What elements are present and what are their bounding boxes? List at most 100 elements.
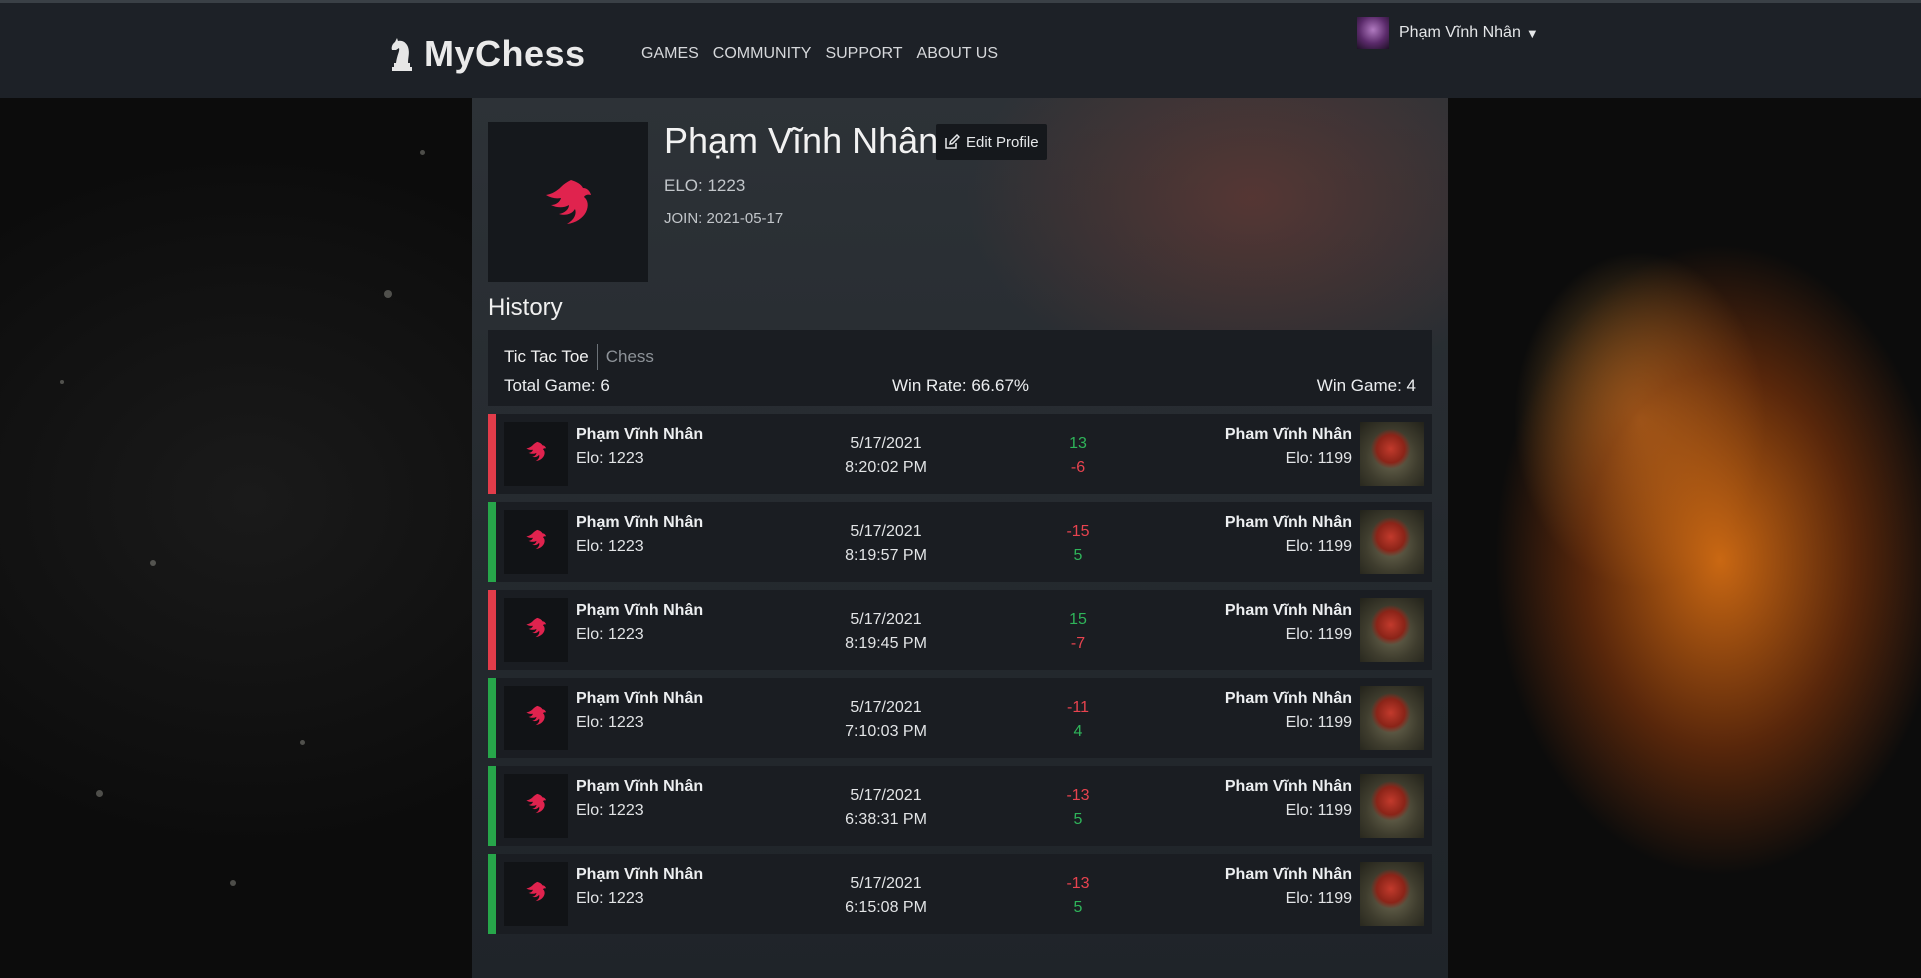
nest-logo-icon — [525, 705, 547, 731]
elo-change-player: -15 — [1066, 523, 1090, 540]
game-datetime: 5/17/2021 6:38:31 PM — [816, 784, 956, 832]
opponent-elo: Elo: 1199 — [1285, 450, 1352, 467]
opponent-elo: Elo: 1199 — [1285, 626, 1352, 643]
elo-change-opponent: -7 — [1070, 635, 1086, 652]
nav-community[interactable]: COMMUNITY — [713, 45, 812, 63]
player-name: Phạm Vĩnh Nhân — [576, 690, 704, 707]
opponent-name: Pham Vĩnh Nhân — [1224, 514, 1352, 531]
chess-knight-icon — [391, 38, 412, 71]
elo-change-player: 13 — [1069, 435, 1087, 452]
elo-change: 13 -6 — [1058, 432, 1098, 480]
history-row[interactable]: Phạm Vĩnh Nhân Elo: 1223 5/17/2021 7:10:03 … — [488, 678, 1432, 758]
user-menu-dropdown[interactable]: Phạm Vĩnh Nhân ▼ — [1357, 17, 1539, 49]
nest-logo-icon — [525, 881, 547, 907]
caret-down-icon: ▼ — [1525, 25, 1539, 41]
player-avatar — [504, 598, 568, 662]
player-name: Phạm Vĩnh Nhân — [576, 514, 704, 531]
history-row[interactable]: Phạm Vĩnh Nhân Elo: 1223 5/17/2021 8:19:45 … — [488, 590, 1432, 670]
opponent-name: Pham Vĩnh Nhân — [1224, 778, 1352, 795]
win-rate: Win Rate: 66.67% — [892, 376, 1030, 395]
history-list: Phạm Vĩnh Nhân Elo: 1223 5/17/2021 8:20:02 … — [488, 414, 1432, 942]
opponent-elo: Elo: 1199 — [1285, 802, 1352, 819]
main-nav: GAMES COMMUNITY SUPPORT ABOUT US — [641, 45, 998, 63]
opponent-name: Pham Vĩnh Nhân — [1224, 602, 1352, 619]
elo-change-player: -11 — [1067, 699, 1089, 716]
opponent-avatar — [1360, 422, 1424, 486]
player-elo: Elo: 1223 — [576, 450, 644, 467]
nest-logo-icon — [525, 529, 547, 555]
nest-logo-icon — [525, 793, 547, 819]
brand-name: MyChess — [424, 33, 586, 74]
elo-change-player: -13 — [1066, 787, 1090, 804]
history-row[interactable]: Phạm Vĩnh Nhân Elo: 1223 5/17/2021 6:15:08 … — [488, 854, 1432, 934]
history-row[interactable]: Phạm Vĩnh Nhân Elo: 1223 5/17/2021 8:20:02 … — [488, 414, 1432, 494]
nav-support[interactable]: SUPPORT — [825, 45, 902, 63]
player-name: Phạm Vĩnh Nhân — [576, 778, 704, 795]
opponent-elo: Elo: 1199 — [1285, 538, 1352, 555]
elo-change: -11 4 — [1058, 696, 1098, 744]
user-avatar — [1357, 17, 1389, 49]
tab-tic-tac-toe[interactable]: Tic Tac Toe — [504, 347, 589, 367]
nest-logo-icon — [525, 441, 547, 467]
edit-icon — [945, 134, 960, 149]
opponent-avatar — [1360, 510, 1424, 574]
opponent-elo: Elo: 1199 — [1285, 890, 1352, 907]
player-avatar — [504, 862, 568, 926]
profile-elo: ELO: 1223 — [664, 176, 746, 195]
opponent-name: Pham Vĩnh Nhân — [1224, 866, 1352, 883]
player-elo: Elo: 1223 — [576, 538, 644, 555]
edit-profile-button[interactable]: Edit Profile — [936, 124, 1047, 160]
game-time: 8:19:57 PM — [845, 547, 927, 564]
game-date: 5/17/2021 — [850, 611, 922, 628]
game-time: 7:10:03 PM — [845, 723, 927, 740]
elo-change-opponent: 5 — [1073, 811, 1083, 828]
nest-logo-icon — [525, 617, 547, 643]
opponent-avatar — [1360, 862, 1424, 926]
history-row[interactable]: Phạm Vĩnh Nhân Elo: 1223 5/17/2021 8:19:57 … — [488, 502, 1432, 582]
tab-chess[interactable]: Chess — [606, 347, 654, 367]
game-datetime: 5/17/2021 7:10:03 PM — [816, 696, 956, 744]
opponent-avatar — [1360, 598, 1424, 662]
player-elo: Elo: 1223 — [576, 714, 644, 731]
game-date: 5/17/2021 — [850, 435, 922, 452]
game-date: 5/17/2021 — [850, 699, 922, 716]
brand-link[interactable]: MyChess — [388, 33, 586, 75]
win-games: Win Game: 4 — [1316, 376, 1416, 395]
nav-games[interactable]: GAMES — [641, 45, 699, 63]
game-datetime: 5/17/2021 8:19:57 PM — [816, 520, 956, 568]
player-elo: Elo: 1223 — [576, 890, 644, 907]
elo-change-player: -13 — [1066, 875, 1090, 892]
player-elo: Elo: 1223 — [576, 802, 644, 819]
game-time: 6:15:08 PM — [845, 899, 927, 916]
opponent-name: Pham Vĩnh Nhân — [1224, 690, 1352, 707]
history-summary: Tic Tac Toe Chess Total Game: 6 Win Rate… — [488, 330, 1432, 406]
game-date: 5/17/2021 — [850, 787, 922, 804]
top-navbar: MyChess GAMES COMMUNITY SUPPORT ABOUT US… — [0, 0, 1921, 98]
player-name: Phạm Vĩnh Nhân — [576, 602, 704, 619]
history-row[interactable]: Phạm Vĩnh Nhân Elo: 1223 5/17/2021 6:38:31 … — [488, 766, 1432, 846]
elo-change-opponent: 4 — [1073, 723, 1083, 740]
elo-change-opponent: 5 — [1073, 899, 1083, 916]
game-datetime: 5/17/2021 8:19:45 PM — [816, 608, 956, 656]
user-menu-name: Phạm Vĩnh Nhân — [1399, 24, 1521, 41]
player-avatar — [504, 774, 568, 838]
game-time: 8:19:45 PM — [845, 635, 927, 652]
game-date: 5/17/2021 — [850, 875, 922, 892]
tab-divider — [596, 344, 598, 370]
game-datetime: 5/17/2021 6:15:08 PM — [816, 872, 956, 920]
game-datetime: 5/17/2021 8:20:02 PM — [816, 432, 956, 480]
elo-change: 15 -7 — [1058, 608, 1098, 656]
player-name: Phạm Vĩnh Nhân — [576, 866, 704, 883]
elo-change: -13 5 — [1058, 872, 1098, 920]
profile-panel: Phạm Vĩnh Nhân Edit Profile ELO: 1223 JO… — [472, 98, 1448, 978]
elo-change: -13 5 — [1058, 784, 1098, 832]
profile-name: Phạm Vĩnh Nhân — [664, 120, 939, 161]
opponent-avatar — [1360, 774, 1424, 838]
opponent-elo: Elo: 1199 — [1285, 714, 1352, 731]
nest-logo-icon — [546, 180, 591, 224]
game-date: 5/17/2021 — [850, 523, 922, 540]
player-avatar — [504, 422, 568, 486]
player-avatar — [504, 510, 568, 574]
nav-about-us[interactable]: ABOUT US — [917, 45, 999, 63]
elo-change-player: 15 — [1069, 611, 1087, 628]
